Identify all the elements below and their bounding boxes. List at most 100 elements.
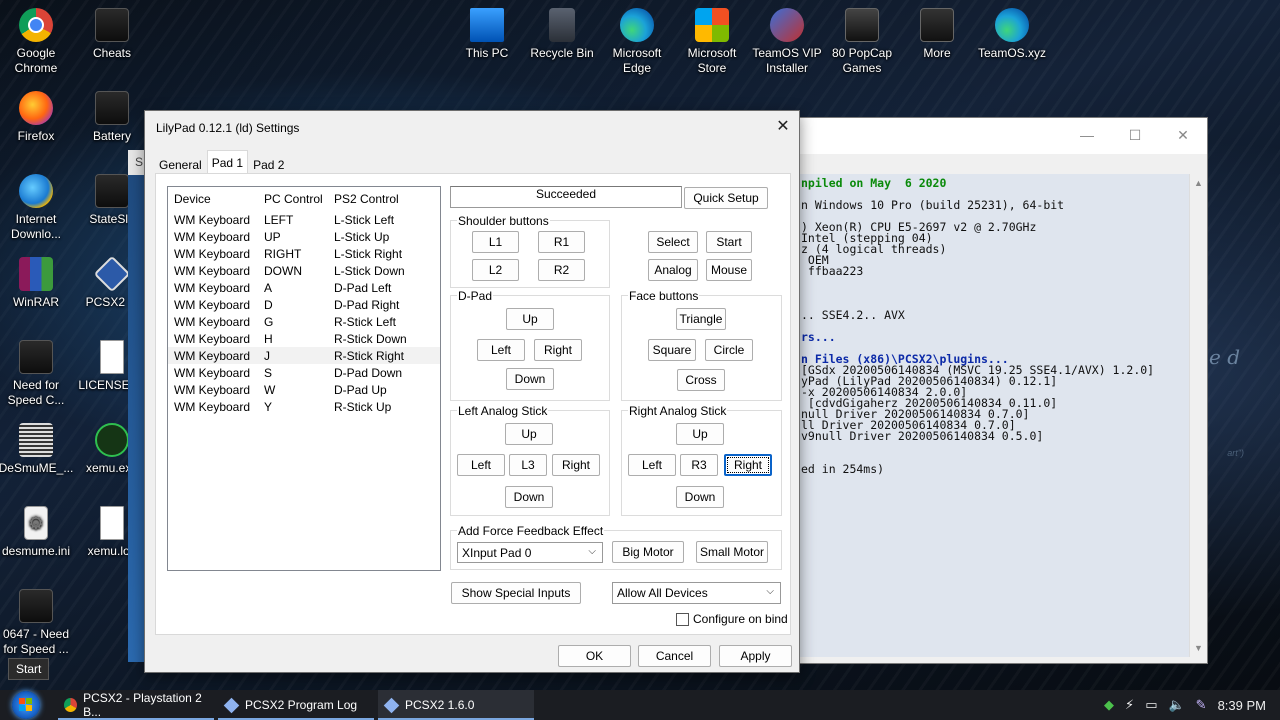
column-header-device[interactable]: Device — [168, 192, 258, 206]
select-button[interactable]: Select — [648, 231, 698, 253]
r2-button[interactable]: R2 — [538, 259, 585, 281]
file-icon — [95, 91, 129, 125]
binding-row[interactable]: WM Keyboard H R-Stick Down — [168, 330, 440, 347]
desktop-icon-desmume-ini[interactable]: ⚙ desmume.ini — [0, 506, 74, 559]
binding-row[interactable]: WM Keyboard UP L-Stick Up — [168, 228, 440, 245]
desktop-icon-recycle-bin[interactable]: Recycle Bin — [524, 8, 600, 61]
quick-setup-button[interactable]: Quick Setup — [684, 187, 768, 209]
ok-button[interactable]: OK — [558, 645, 631, 667]
log-output[interactable]: npiled on May 6 2020 n Windows 10 Pro (bu… — [791, 174, 1189, 657]
close-icon[interactable]: ✕ — [775, 117, 791, 137]
minimize-button[interactable]: — — [1063, 118, 1111, 152]
r3-button[interactable]: R3 — [680, 454, 718, 476]
start-button[interactable]: Start — [706, 231, 752, 253]
desktop-icon-teamos-vip[interactable]: TeamOS VIP Installer — [749, 8, 825, 76]
lilypad-settings-dialog[interactable]: LilyPad 0.12.1 (ld) Settings ✕ General P… — [144, 110, 800, 673]
desktop-icon-idm[interactable]: Internet Downlo... — [0, 174, 74, 242]
binding-row[interactable]: WM Keyboard A D-Pad Left — [168, 279, 440, 296]
analog-button[interactable]: Analog — [648, 259, 698, 281]
start-button[interactable] — [0, 690, 52, 720]
volume-icon[interactable]: 🔈 — [1168, 697, 1184, 713]
device-filter-select[interactable]: Allow All Devices ⌵ — [612, 582, 781, 604]
desktop-icon-nfs-0647[interactable]: 0647 - Need for Speed ... — [0, 589, 74, 657]
column-header-ps2-control[interactable]: PS2 Control — [328, 192, 438, 206]
desktop-icon-more[interactable]: More — [899, 8, 975, 61]
binding-row[interactable]: WM Keyboard S D-Pad Down — [168, 364, 440, 381]
right-stick-up-button[interactable]: Up — [676, 423, 724, 445]
binding-list[interactable]: Device PC Control PS2 Control WM Keyboar… — [167, 186, 441, 571]
binding-row[interactable]: WM Keyboard D D-Pad Right — [168, 296, 440, 313]
binding-row[interactable]: WM Keyboard W D-Pad Up — [168, 381, 440, 398]
left-stick-left-button[interactable]: Left — [457, 454, 505, 476]
taskbar-item-pcsx2-log[interactable]: PCSX2 Program Log — [218, 690, 374, 720]
r1-button[interactable]: R1 — [538, 231, 585, 253]
binding-row[interactable]: WM Keyboard Y R-Stick Up — [168, 398, 440, 415]
taskbar-item-pcsx2-browser[interactable]: PCSX2 - Playstation 2 B... — [58, 690, 214, 720]
binding-pc-control: J — [264, 348, 270, 363]
desktop-icon-this-pc[interactable]: This PC — [449, 8, 525, 61]
desktop-icon-battery[interactable]: Battery — [74, 91, 150, 144]
binding-ps2-control: L-Stick Right — [334, 246, 403, 261]
network-icon[interactable]: ⚡ — [1125, 697, 1134, 713]
tab-pad-1[interactable]: Pad 1 — [206, 150, 249, 175]
desktop-icon-edge[interactable]: Microsoft Edge — [599, 8, 675, 76]
binding-ps2-control: L-Stick Left — [334, 212, 395, 227]
desktop-icon-chrome[interactable]: Google Chrome — [0, 8, 74, 76]
binding-row[interactable]: WM Keyboard LEFT L-Stick Left — [168, 211, 440, 228]
dpad-right-button[interactable]: Right — [534, 339, 582, 361]
taskbar-item-pcsx2-main[interactable]: PCSX2 1.6.0 — [378, 690, 534, 720]
dpad-up-button[interactable]: Up — [506, 308, 554, 330]
desktop-icon-cheats[interactable]: Cheats — [74, 8, 150, 61]
square-button[interactable]: Square — [648, 339, 696, 361]
triangle-button[interactable]: Triangle — [676, 308, 726, 330]
tray-app-icon[interactable]: ◆ — [1104, 697, 1114, 713]
configure-on-bind-checkbox[interactable]: Configure on bind — [676, 612, 788, 626]
binding-row[interactable]: WM Keyboard J R-Stick Right — [168, 347, 440, 364]
cross-button[interactable]: Cross — [677, 369, 725, 391]
pen-icon[interactable]: ✎ — [1196, 697, 1207, 713]
show-special-inputs-button[interactable]: Show Special Inputs — [451, 582, 581, 604]
maximize-button[interactable]: ☐ — [1111, 118, 1159, 152]
circle-button[interactable]: Circle — [705, 339, 753, 361]
right-stick-left-button[interactable]: Left — [628, 454, 676, 476]
scroll-up-icon[interactable]: ▲ — [1194, 178, 1203, 188]
binding-device: WM Keyboard — [174, 348, 251, 363]
scroll-down-icon[interactable]: ▼ — [1194, 643, 1203, 653]
desktop-icon-popcap[interactable]: 80 PopCap Games — [824, 8, 900, 76]
mouse-button[interactable]: Mouse — [706, 259, 752, 281]
desktop-icon-firefox[interactable]: Firefox — [0, 91, 74, 144]
desktop-icon-desmume[interactable]: DeSmuME_... — [0, 423, 74, 476]
apply-button[interactable]: Apply — [719, 645, 792, 667]
desktop-icon-winrar[interactable]: WinRAR — [0, 257, 74, 310]
right-stick-right-button[interactable]: Right — [724, 454, 772, 476]
binding-row[interactable]: WM Keyboard DOWN L-Stick Down — [168, 262, 440, 279]
left-stick-right-button[interactable]: Right — [552, 454, 600, 476]
log-scrollbar[interactable]: ▲ ▼ — [1189, 174, 1207, 657]
right-stick-down-button[interactable]: Down — [676, 486, 724, 508]
display-icon[interactable]: ▭ — [1145, 697, 1157, 713]
l2-button[interactable]: L2 — [472, 259, 519, 281]
pcsx2-program-log-window[interactable]: — ☐ ✕ npiled on May 6 2020 n Windows 10 P… — [790, 117, 1208, 664]
dpad-down-button[interactable]: Down — [506, 368, 554, 390]
desktop-icon-nfs-carbon[interactable]: Need for Speed C... — [0, 340, 74, 408]
small-motor-button[interactable]: Small Motor — [696, 541, 768, 563]
left-stick-down-button[interactable]: Down — [505, 486, 553, 508]
l1-button[interactable]: L1 — [472, 231, 519, 253]
log-window-titlebar[interactable]: — ☐ ✕ — [791, 118, 1207, 154]
dpad-label: D-Pad — [457, 289, 494, 303]
desktop-icon-teamos-xyz[interactable]: TeamOS.xyz — [974, 8, 1050, 61]
binding-row[interactable]: WM Keyboard G R-Stick Left — [168, 313, 440, 330]
checkbox-box[interactable] — [676, 612, 689, 626]
column-header-pc-control[interactable]: PC Control — [258, 192, 328, 206]
dpad-left-button[interactable]: Left — [477, 339, 525, 361]
binding-row[interactable]: WM Keyboard RIGHT L-Stick Right — [168, 245, 440, 262]
cancel-button[interactable]: Cancel — [638, 645, 711, 667]
left-stick-up-button[interactable]: Up — [505, 423, 553, 445]
big-motor-button[interactable]: Big Motor — [612, 541, 684, 563]
l3-button[interactable]: L3 — [509, 454, 547, 476]
binding-device: WM Keyboard — [174, 229, 251, 244]
clock[interactable]: 8:39 PM — [1218, 698, 1266, 713]
force-feedback-device-select[interactable]: XInput Pad 0 ⌵ — [457, 542, 603, 563]
close-button[interactable]: ✕ — [1159, 118, 1207, 152]
desktop-icon-store[interactable]: Microsoft Store — [674, 8, 750, 76]
